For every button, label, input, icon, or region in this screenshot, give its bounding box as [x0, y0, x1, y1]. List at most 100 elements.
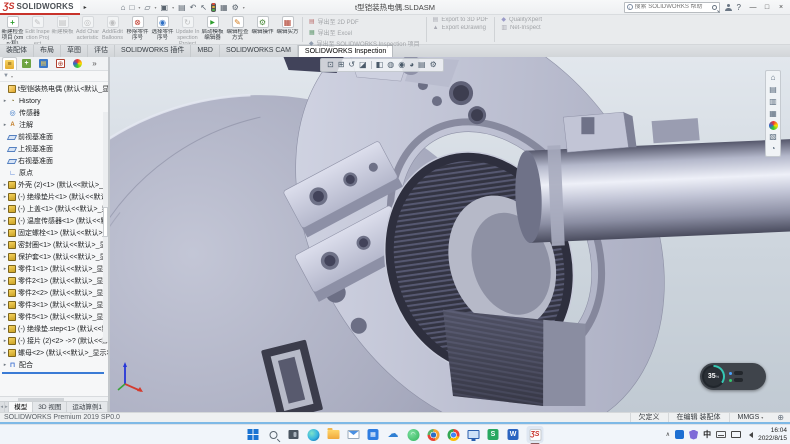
- view-tab[interactable]: 运动算例1: [67, 402, 108, 412]
- tab-dimxpertmanager[interactable]: [53, 57, 68, 70]
- tree-horizontal-scrollbar[interactable]: [0, 396, 108, 401]
- caret-icon[interactable]: ▾: [243, 5, 245, 10]
- taskbar-search-button[interactable]: [267, 428, 280, 441]
- solidworks-taskbar-button[interactable]: ƷS: [527, 426, 544, 443]
- view-settings-icon[interactable]: ⚙: [430, 60, 437, 70]
- caret-icon[interactable]: ▾: [155, 5, 157, 10]
- tree-item[interactable]: ▸ 配合: [0, 359, 108, 371]
- volume-icon[interactable]: [746, 432, 753, 438]
- display-settings-icon[interactable]: ▦: [220, 0, 228, 15]
- login-user-icon[interactable]: [725, 4, 732, 11]
- ribbon-button[interactable]: Add Characteristic: [75, 15, 100, 44]
- open-icon[interactable]: ▱: [144, 0, 150, 15]
- ime-language-indicator[interactable]: 中: [703, 429, 711, 440]
- graphics-area[interactable]: ⊡ ⊞ ↺ ◪ ◧ ◍ ◉ ◕ ▤ ⚙ ⌂ ▤ ▥ ▦ ▧ ◔: [110, 57, 790, 412]
- tree-item[interactable]: ▸ 前视基准面: [0, 131, 108, 143]
- restore-button[interactable]: □: [760, 0, 774, 15]
- view-tab[interactable]: 3D 视图: [33, 402, 67, 412]
- file-explorer-button[interactable]: [327, 428, 340, 441]
- green-app-button[interactable]: [407, 428, 420, 441]
- tree-item[interactable]: ▸ 保护套<1> (默认<<默认>_显示状: [0, 251, 108, 263]
- onedrive-button[interactable]: [387, 428, 400, 441]
- task-view-button[interactable]: [287, 428, 300, 441]
- tree-item[interactable]: ▸ 零件1<1> (默认<<默认>_显示状态: [0, 263, 108, 275]
- design-library-icon[interactable]: ▤: [769, 85, 777, 95]
- wps-sheet-button[interactable]: S: [487, 428, 500, 441]
- ribbon-button[interactable]: 编辑操作: [250, 15, 275, 44]
- new-document-icon[interactable]: □: [129, 0, 134, 15]
- tree-item[interactable]: ▸ 注解: [0, 119, 108, 131]
- caret-icon[interactable]: ▾: [138, 5, 140, 10]
- export-button[interactable]: 导出至 Excel: [309, 28, 420, 37]
- tree-item[interactable]: ▸ History: [0, 95, 108, 107]
- tree-item[interactable]: ▸ 外壳 (2)<1> (默认<<默认>_显示状态: [0, 179, 108, 191]
- tree-item[interactable]: ▸ (-) 绝缘垫.step<1> (默认<<默认>_显: [0, 323, 108, 335]
- caret-icon[interactable]: ▾: [172, 5, 174, 10]
- export-button[interactable]: Export eDrawing: [433, 25, 489, 31]
- ribbon-button[interactable]: Add/Edit Balloons: [100, 15, 125, 44]
- tray-shield-icon[interactable]: [689, 430, 698, 440]
- resources-home-icon[interactable]: ⌂: [771, 73, 776, 83]
- tree-item[interactable]: ▸ (-) 绝缘垫片<1> (默认<<默认>_显示: [0, 191, 108, 203]
- ribbon-button[interactable]: 新建检查项目 (xmp:和): [0, 15, 25, 44]
- search-scope-icon[interactable]: i: [627, 4, 633, 10]
- ribbon-button[interactable]: 选择零件序号: [150, 15, 175, 44]
- panel-tabs-overflow[interactable]: [87, 57, 102, 70]
- home-icon[interactable]: ⌂: [121, 0, 126, 15]
- rollback-bar[interactable]: [2, 372, 104, 374]
- ribbon-tab[interactable]: SOLIDWORKS 插件: [115, 45, 191, 57]
- widget-button-bottom[interactable]: [729, 378, 743, 382]
- close-button[interactable]: ×: [774, 0, 788, 15]
- clock[interactable]: 16:04 2022/8/15: [758, 427, 787, 443]
- display-style-icon[interactable]: ◍: [387, 60, 394, 70]
- file-explorer-icon[interactable]: ▥: [769, 97, 777, 107]
- search-icon[interactable]: [712, 5, 717, 10]
- previous-view-icon[interactable]: ↺: [348, 60, 355, 70]
- export-button[interactable]: Net-Inspect: [501, 25, 542, 31]
- word-button[interactable]: W: [507, 428, 520, 441]
- ribbon-button[interactable]: 移除零件序号: [125, 15, 150, 44]
- tree-item[interactable]: ▸ 右视基准面: [0, 155, 108, 167]
- save-icon[interactable]: ▣: [161, 0, 169, 15]
- zoom-fit-icon[interactable]: ⊡: [327, 60, 334, 70]
- export-button[interactable]: QualityXpert: [501, 17, 542, 23]
- ribbon-button[interactable]: 编辑检查方式: [225, 15, 250, 44]
- tree-scrollbar-thumb[interactable]: [103, 207, 108, 237]
- filter-caret-icon[interactable]: ▾: [11, 74, 13, 79]
- chrome-button[interactable]: [447, 428, 460, 441]
- print-icon[interactable]: ▤: [178, 0, 186, 15]
- tree-item[interactable]: ▸ 零件2<1> (默认<<默认>_显示状态: [0, 275, 108, 287]
- widget-button-top[interactable]: [729, 371, 743, 375]
- tab-displaymanager[interactable]: [70, 57, 85, 70]
- tab-propertymanager[interactable]: [19, 57, 34, 70]
- ribbon-button[interactable]: 新建模板: [50, 15, 75, 44]
- help-button[interactable]: ?: [737, 3, 741, 12]
- tree-item[interactable]: ▸ 零件3<1> (默认<<默认>_显示状态: [0, 299, 108, 311]
- ribbon-tab[interactable]: 布局: [34, 45, 61, 57]
- touch-keyboard-icon[interactable]: [716, 431, 726, 438]
- sectioned-thread-neck[interactable]: [443, 310, 585, 406]
- export-button[interactable]: 导出至 SOLIDWORKS Inspection 项目: [309, 39, 420, 48]
- options-gear-icon[interactable]: ⚙: [232, 0, 239, 15]
- tree-item[interactable]: ▸ 固定螺栓<1> (默认<<默认>_显示状: [0, 227, 108, 239]
- export-button[interactable]: Export to 3D PDF: [433, 17, 489, 23]
- apply-scene-icon[interactable]: ▤: [418, 60, 426, 70]
- ribbon-button[interactable]: 编辑实方: [275, 15, 300, 44]
- ribbon-button[interactable]: Edit Inspection Project: [25, 15, 50, 44]
- tree-item[interactable]: ▸ 原点: [0, 167, 108, 179]
- tree-item[interactable]: ▸ (-) 接片 (2)<2> ->? (默认<<默认>_显: [0, 335, 108, 347]
- tree-item[interactable]: ▸ (-) 上盖<1> (默认<<默认>_显示状态: [0, 203, 108, 215]
- tray-blue-app-icon[interactable]: [675, 430, 684, 439]
- edit-appearance-icon[interactable]: ◕: [409, 60, 414, 70]
- tab-configurationmanager[interactable]: [36, 57, 51, 70]
- filter-funnel-icon[interactable]: ▼: [3, 73, 9, 79]
- probe-tube-part[interactable]: [513, 135, 790, 247]
- zoom-area-icon[interactable]: ⊞: [338, 60, 345, 70]
- browser-360-button[interactable]: [427, 428, 440, 441]
- view-tab[interactable]: 模型: [9, 402, 33, 412]
- forum-icon[interactable]: ◔: [771, 144, 776, 154]
- 3d-model-view[interactable]: [110, 57, 790, 412]
- tree-item[interactable]: ▸ t型铠装热电偶 (默认<默认_显示状态-1>: [0, 83, 108, 95]
- tree-item[interactable]: ▸ (-) 温度传感器<1> (默认<<默认>_显: [0, 215, 108, 227]
- units-selector[interactable]: MMGS▾: [729, 413, 772, 422]
